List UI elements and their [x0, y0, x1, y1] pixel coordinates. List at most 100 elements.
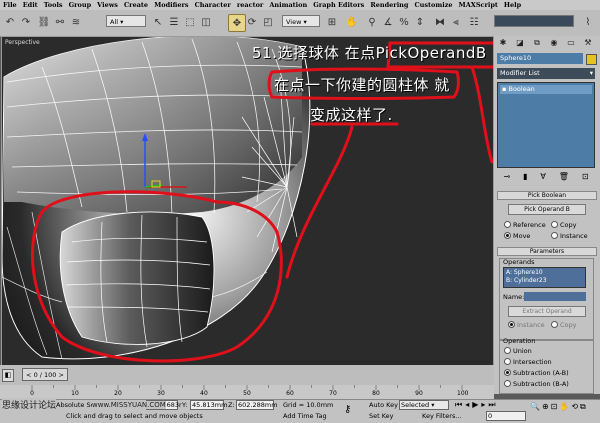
window-crossing-icon[interactable]: ◫ [198, 14, 214, 30]
snap-toggle-icon[interactable]: ⚲ [364, 14, 380, 30]
modify-tab-icon[interactable]: ◪ [514, 38, 526, 48]
maximize-viewport-icon[interactable]: ⧉ [580, 402, 588, 411]
display-tab-icon[interactable]: ▭ [565, 38, 577, 48]
show-end-result-icon[interactable]: ▮ [523, 172, 527, 181]
z-coord-field[interactable]: 602.288mm [236, 400, 278, 410]
subtraction-b-a-radio[interactable]: Subtraction (B-A) [504, 380, 569, 388]
go-to-start-icon[interactable]: ⏮ [455, 400, 465, 409]
extract-copy-radio[interactable]: Copy [551, 321, 577, 329]
subtraction-a-b-radio[interactable]: Subtraction (A-B) [504, 369, 569, 377]
operand-name-field[interactable] [524, 292, 586, 301]
track-tick-label: 60 [286, 390, 294, 397]
stack-item-boolean[interactable]: ▪ Boolean [500, 85, 592, 94]
spinner-snap-icon[interactable]: ⇕ [412, 14, 428, 30]
angle-snap-icon[interactable]: ∡ [380, 14, 396, 30]
menu-file[interactable]: File [0, 1, 20, 9]
named-selection-dropdown[interactable] [494, 15, 574, 27]
zoom-all-icon[interactable]: ⊕ [542, 402, 551, 411]
operand-a[interactable]: A: Sphere10 [506, 269, 583, 277]
menu-group[interactable]: Group [66, 1, 95, 9]
selection-filter-dropdown[interactable]: All ▾ [106, 15, 146, 27]
operand-b[interactable]: B: Cylinder23 [506, 277, 583, 285]
add-time-tag-button[interactable]: Add Time Tag [283, 412, 327, 420]
copy-radio[interactable]: Copy [551, 221, 577, 229]
redo-icon[interactable]: ↷ [18, 14, 34, 30]
region-select-icon[interactable]: ⬚ [182, 14, 198, 30]
select-rotate-icon[interactable]: ⟳ [244, 14, 260, 30]
auto-key-button[interactable]: Auto Key [369, 401, 398, 409]
y-coord-field[interactable]: 45.813mm [190, 400, 227, 410]
make-unique-icon[interactable]: ∀ [540, 172, 545, 181]
object-name-field[interactable]: Sphere10 [497, 53, 583, 64]
extract-instance-radio[interactable]: Instance [508, 321, 545, 329]
reference-coord-dropdown[interactable]: View ▾ [282, 15, 320, 27]
current-frame-field[interactable]: 0 [486, 411, 526, 421]
instance-radio[interactable]: Instance [551, 232, 588, 240]
key-mode-dropdown[interactable]: Selected ▾ [399, 400, 449, 410]
menu-character[interactable]: Character [192, 1, 234, 9]
menu-maxscript[interactable]: MAXScript [456, 1, 501, 9]
menu-views[interactable]: Views [94, 1, 121, 9]
key-icon[interactable]: ⚷ [344, 404, 351, 415]
go-to-end-icon[interactable]: ⏭ [488, 400, 498, 409]
pan-icon[interactable]: ✋ [559, 402, 571, 411]
pivot-center-icon[interactable]: ⊞ [324, 14, 340, 30]
operands-label: Operands [503, 258, 535, 266]
move-radio[interactable]: Move [504, 232, 530, 240]
mirror-icon[interactable]: ⧓ [432, 14, 448, 30]
set-key-button[interactable]: Set Key [369, 412, 394, 420]
modifier-stack[interactable]: ▪ Boolean [497, 82, 595, 168]
perspective-viewport[interactable]: Perspective 51.选择球体 在点PickOperandB 在点一下你… [1, 36, 494, 367]
mini-curve-toggle-icon[interactable]: ◧ [2, 369, 14, 382]
union-radio[interactable]: Union [504, 347, 532, 355]
align-icon[interactable]: ⫷ [448, 14, 464, 30]
menu-tools[interactable]: Tools [41, 1, 66, 9]
intersection-radio[interactable]: Intersection [504, 358, 552, 366]
menu-modifiers[interactable]: Modifiers [151, 1, 192, 9]
bind-space-warp-icon[interactable]: ≋ [68, 14, 84, 30]
layer-manager-icon[interactable]: ☷ [466, 14, 482, 30]
percent-snap-icon[interactable]: % [396, 14, 412, 30]
hierarchy-tab-icon[interactable]: ⧉ [531, 38, 543, 48]
track-bar[interactable]: 0 10 20 30 40 50 60 70 80 90 100 [0, 385, 494, 399]
pin-stack-icon[interactable]: ⊸ [503, 172, 510, 181]
undo-icon[interactable]: ↶ [2, 14, 18, 30]
menu-customize[interactable]: Customize [411, 1, 455, 9]
menu-edit[interactable]: Edit [20, 1, 41, 9]
menu-animation[interactable]: Animation [266, 1, 310, 9]
curve-editor-icon[interactable]: ⌇ [580, 14, 596, 30]
track-tick-label: 30 [157, 390, 165, 397]
create-tab-icon[interactable]: ✱ [497, 38, 509, 48]
select-by-name-icon[interactable]: ☰ [166, 14, 182, 30]
parameters-rollout[interactable]: Parameters [497, 247, 597, 256]
menu-rendering[interactable]: Rendering [367, 1, 411, 9]
pick-boolean-rollout[interactable]: Pick Boolean [497, 191, 597, 200]
key-filters-button[interactable]: Key Filters... [422, 412, 462, 420]
unlink-icon[interactable]: ⚯ [52, 14, 68, 30]
menu-create[interactable]: Create [121, 1, 151, 9]
menu-reactor[interactable]: reactor [234, 1, 267, 9]
select-object-icon[interactable]: ↖ [150, 14, 166, 30]
viewport-nav-controls: 🔍⊕⊡✋⟲⧉ [530, 402, 588, 412]
object-color-swatch[interactable] [586, 54, 597, 65]
modifier-list-dropdown[interactable]: Modifier List ▾ [497, 68, 595, 79]
pick-operand-b-button[interactable]: Pick Operand B [508, 204, 586, 215]
configure-sets-icon[interactable]: ⊡ [582, 172, 589, 181]
menu-help[interactable]: Help [501, 1, 524, 9]
select-scale-icon[interactable]: ◰ [260, 14, 276, 30]
orbit-icon[interactable]: ⟲ [571, 402, 580, 411]
menu-graph-editors[interactable]: Graph Editors [310, 1, 367, 9]
prompt-line: Click and drag to select and move object… [66, 412, 203, 420]
playback-controls: ⏮◂▶▸⏭ [455, 400, 499, 410]
utilities-tab-icon[interactable]: ⚒ [582, 38, 594, 48]
time-slider-handle[interactable]: < 0 / 100 > [22, 368, 68, 381]
select-link-icon[interactable]: ⛓ [36, 14, 52, 30]
reference-radio[interactable]: Reference [504, 221, 546, 229]
extract-operand-button[interactable]: Extract Operand [508, 306, 586, 317]
manipulate-icon[interactable]: ✋ [344, 14, 360, 30]
zoom-icon[interactable]: 🔍 [530, 402, 542, 411]
remove-modifier-icon[interactable]: 🗑 [559, 172, 569, 181]
play-icon[interactable]: ▶ [472, 400, 481, 409]
operands-list[interactable]: A: Sphere10 B: Cylinder23 [503, 267, 586, 288]
motion-tab-icon[interactable]: ◉ [548, 38, 560, 48]
